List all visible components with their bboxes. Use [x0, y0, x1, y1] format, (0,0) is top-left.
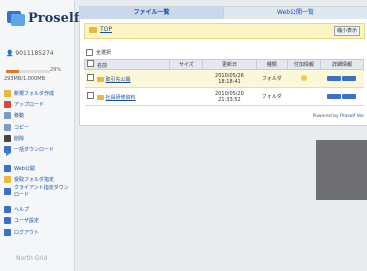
sidebar-item-client-download[interactable]: クライアント指定ダウンロード — [4, 185, 72, 199]
size-cell — [169, 87, 203, 106]
table-row[interactable]: 社員研修資料 2010/05/20 21:33:52 フォルダ — [84, 87, 364, 106]
sidebar: Proself 👤 9011185274 29% 293MB/1,000MB 新… — [0, 0, 79, 271]
client-download-icon — [4, 187, 11, 195]
sidebar-item-label: ヘルプ — [14, 207, 30, 214]
north-grid-logo: North Grid — [16, 255, 48, 262]
row-checkbox[interactable] — [86, 74, 94, 81]
sidebar-item-label: 一括ダウンロード — [14, 147, 55, 154]
breadcrumb-top[interactable]: TOP — [100, 26, 112, 33]
extra-cell — [287, 87, 321, 106]
detail-button[interactable] — [326, 93, 341, 99]
header-detail: 詳細情報 — [319, 59, 365, 70]
help-icon — [4, 206, 11, 214]
table-header-row: 名前 サイズ 更新日 種類 付加情報 詳細情報 — [83, 59, 365, 70]
upload-icon — [4, 100, 11, 108]
kind-cell: フォルダ — [256, 87, 288, 106]
select-all[interactable]: 全選択 — [86, 49, 111, 56]
file-table: 名前 サイズ 更新日 種類 付加情報 詳細情報 取引先公開 2010/05/26… — [83, 59, 365, 106]
file-name-cell[interactable]: 取引先公開 — [84, 69, 170, 88]
receive-folder-icon — [4, 176, 11, 184]
header-name[interactable]: 名前 — [83, 59, 171, 70]
folder-icon — [96, 95, 104, 100]
proself-logo-icon — [7, 11, 25, 26]
sidebar-item-web-publish[interactable]: Web公開 — [4, 163, 72, 173]
detail-cell — [320, 87, 364, 106]
user-settings-icon — [4, 217, 11, 225]
gray-overlay-block — [316, 140, 367, 200]
sidebar-item-download[interactable]: 一括ダウンロード — [4, 145, 72, 155]
tab-file-list[interactable]: ファイル一覧 — [80, 7, 224, 19]
sidebar-item-user-settings[interactable]: ユーザ設定 — [4, 216, 72, 226]
updated-cell: 2010/05/26 18:18:41 — [202, 69, 257, 88]
sidebar-menu: 新規フォルダ作成 アップロード 移動コピー削除一括ダウンロード Web公開受取フォルダ… — [4, 88, 72, 239]
header-checkbox[interactable] — [87, 60, 94, 67]
select-all-checkbox[interactable] — [86, 49, 93, 56]
sidebar-item-help[interactable]: ヘルプ — [4, 205, 72, 215]
sidebar-item-upload[interactable]: アップロード — [4, 99, 72, 109]
action-button[interactable] — [341, 75, 356, 81]
sidebar-item-label: 移動 — [14, 113, 25, 120]
sidebar-item-label: アップロード — [14, 101, 45, 108]
file-panel: ファイル一覧 Web公開一覧 TOP 縮小表示 全選択 名前 サイズ 更新日 種… — [79, 6, 367, 126]
web-publish-icon — [4, 164, 11, 172]
user-id: 👤 9011185274 — [6, 50, 54, 57]
header-kind[interactable]: 種類 — [255, 59, 288, 70]
action-button[interactable] — [341, 93, 356, 99]
size-cell — [169, 69, 203, 88]
quota-fill — [6, 70, 19, 73]
menu-divider — [4, 156, 72, 163]
row-checkbox[interactable] — [86, 92, 94, 99]
header-size[interactable]: サイズ — [169, 59, 204, 70]
copy-icon — [4, 123, 11, 131]
sidebar-item-label: Web公開 — [14, 165, 35, 172]
sidebar-item-label: 新規フォルダ作成 — [14, 90, 55, 97]
sidebar-item-label: 受取フォルダ指定 — [14, 177, 55, 184]
folder-icon — [89, 27, 97, 33]
folder-icon — [96, 77, 104, 82]
select-all-label: 全選択 — [96, 50, 112, 56]
sidebar-item-move[interactable]: 移動 — [4, 111, 72, 121]
move-icon — [4, 112, 11, 120]
sidebar-item-label: ユーザ設定 — [14, 218, 39, 225]
arrow-pointer-icon — [6, 150, 11, 156]
sidebar-item-label: コピー — [14, 124, 30, 131]
sidebar-item-label: クライアント指定ダウンロード — [14, 185, 69, 199]
tab-bar: ファイル一覧 Web公開一覧 — [80, 7, 367, 19]
detail-cell — [320, 69, 364, 88]
menu-divider — [4, 198, 72, 205]
delete-icon — [4, 135, 11, 143]
sidebar-item-label: ログアウト — [14, 229, 40, 236]
quota-text: 293MB/1,000MB — [4, 76, 46, 82]
tab-web-publish-list[interactable]: Web公開一覧 — [224, 7, 367, 19]
table-row[interactable]: 取引先公開 2010/05/26 18:18:41 フォルダ — [84, 69, 364, 88]
detail-button[interactable] — [326, 75, 341, 81]
brand-name: Proself — [28, 11, 80, 26]
updated-cell: 2010/05/20 21:33:52 — [202, 87, 257, 106]
powered-by: Powered by Proself Ver. — [312, 114, 365, 119]
sidebar-item-new-folder[interactable]: 新規フォルダ作成 — [4, 88, 72, 98]
sidebar-item-label: 削除 — [14, 136, 25, 143]
breadcrumb: TOP 縮小表示 — [84, 23, 365, 39]
kind-cell: フォルダ — [256, 69, 288, 88]
file-name-cell[interactable]: 社員研修資料 — [84, 87, 170, 106]
user-icon: 👤 — [6, 50, 14, 57]
header-updated[interactable]: 更新日 — [202, 59, 257, 70]
share-icon — [300, 75, 307, 82]
new-folder-icon — [4, 89, 11, 97]
proself-logo[interactable]: Proself — [4, 8, 79, 34]
quota-percent: 29% — [50, 67, 62, 73]
extra-cell — [287, 69, 321, 88]
logout-icon — [4, 228, 11, 236]
size-toggle-button[interactable]: 縮小表示 — [333, 26, 360, 36]
sidebar-item-delete[interactable]: 削除 — [4, 134, 72, 144]
sidebar-item-logout[interactable]: ログアウト — [4, 227, 72, 237]
quota-bar — [6, 70, 50, 73]
powered-by-link[interactable]: Proself Ver. — [340, 114, 365, 119]
sidebar-item-copy[interactable]: コピー — [4, 122, 72, 132]
header-extra: 付加情報 — [286, 59, 321, 70]
